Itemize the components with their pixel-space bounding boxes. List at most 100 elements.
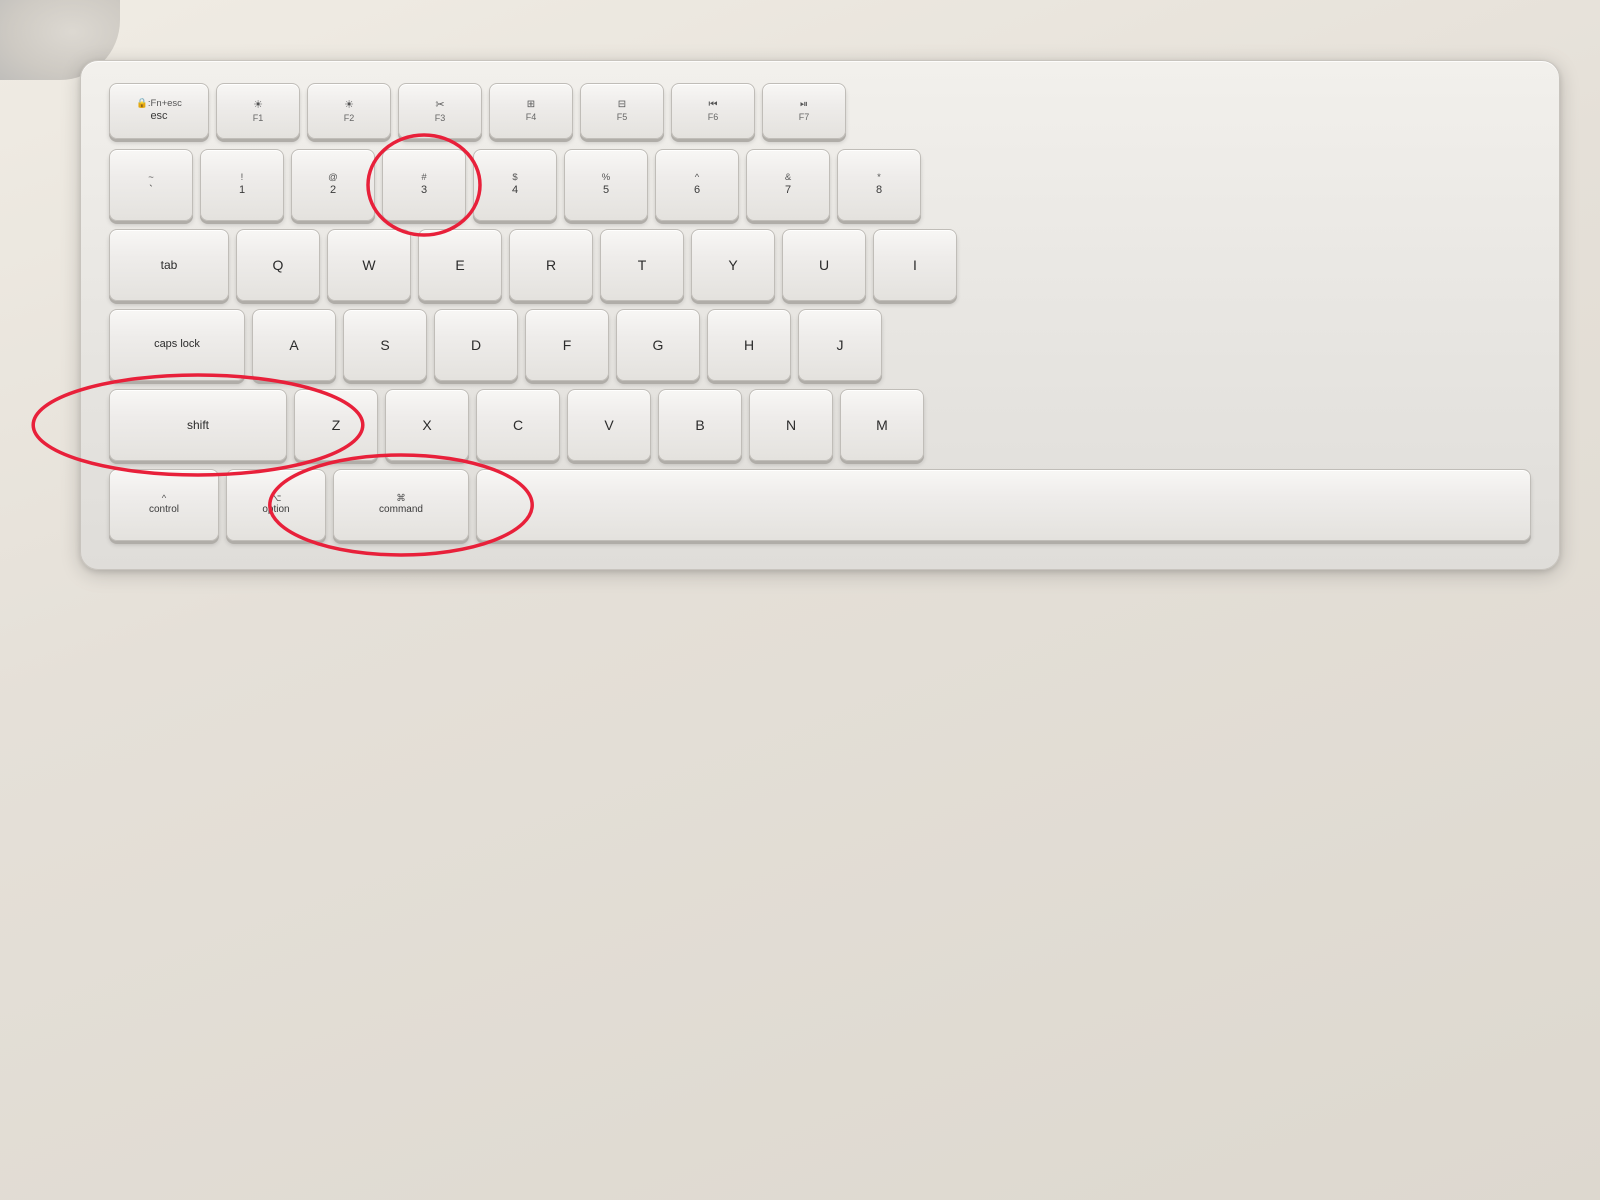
key-m[interactable]: M bbox=[840, 389, 924, 461]
key-2-bottom: 2 bbox=[330, 184, 336, 197]
key-r[interactable]: R bbox=[509, 229, 593, 301]
key-8-bottom: 8 bbox=[876, 184, 882, 197]
key-i[interactable]: I bbox=[873, 229, 957, 301]
key-6-bottom: 6 bbox=[694, 184, 700, 197]
key-z-label: Z bbox=[332, 417, 341, 434]
key-shift-left-label: shift bbox=[187, 418, 209, 432]
key-2-top: @ bbox=[328, 173, 338, 183]
key-v[interactable]: V bbox=[567, 389, 651, 461]
key-q[interactable]: Q bbox=[236, 229, 320, 301]
keyboard-wrapper: 🔒:Fn+esc esc ☀ F1 ☀ F2 ✂ F3 ⊞ F4 bbox=[80, 60, 1560, 570]
key-f7[interactable]: ⏯ F7 bbox=[762, 83, 846, 139]
key-8[interactable]: * 8 bbox=[837, 149, 921, 221]
key-h-label: H bbox=[744, 337, 754, 354]
key-c[interactable]: C bbox=[476, 389, 560, 461]
key-j[interactable]: J bbox=[798, 309, 882, 381]
key-option-icon: ⌥ bbox=[271, 494, 282, 504]
key-x[interactable]: X bbox=[385, 389, 469, 461]
key-5-top: % bbox=[602, 173, 610, 183]
key-f3-icon: ✂ bbox=[435, 99, 444, 112]
key-4-top: $ bbox=[512, 173, 517, 183]
key-n[interactable]: N bbox=[749, 389, 833, 461]
key-y[interactable]: Y bbox=[691, 229, 775, 301]
key-f-label: F bbox=[563, 337, 572, 354]
key-ctrl-label: control bbox=[149, 504, 179, 516]
key-5[interactable]: % 5 bbox=[564, 149, 648, 221]
key-a[interactable]: A bbox=[252, 309, 336, 381]
key-f3-label: F3 bbox=[435, 113, 446, 124]
key-u[interactable]: U bbox=[782, 229, 866, 301]
home-row: caps lock A S D F G H bbox=[109, 309, 1531, 381]
key-backtick-bottom: ` bbox=[149, 184, 153, 197]
key-option[interactable]: ⌥ option bbox=[226, 469, 326, 541]
key-v-label: V bbox=[604, 417, 613, 434]
key-1-top: ! bbox=[241, 173, 244, 183]
key-a-label: A bbox=[289, 337, 298, 354]
key-tab-label: tab bbox=[161, 258, 178, 272]
key-tab[interactable]: tab bbox=[109, 229, 229, 301]
key-caps-label: caps lock bbox=[154, 338, 200, 351]
key-z[interactable]: Z bbox=[294, 389, 378, 461]
key-d[interactable]: D bbox=[434, 309, 518, 381]
key-command-label: command bbox=[379, 504, 423, 516]
key-g[interactable]: G bbox=[616, 309, 700, 381]
key-8-top: * bbox=[877, 173, 881, 183]
key-f[interactable]: F bbox=[525, 309, 609, 381]
key-f3[interactable]: ✂ F3 bbox=[398, 83, 482, 139]
key-2[interactable]: @ 2 bbox=[291, 149, 375, 221]
key-7[interactable]: & 7 bbox=[746, 149, 830, 221]
key-r-label: R bbox=[546, 257, 556, 274]
number-row: ~ ` ! 1 @ 2 # 3 $ 4 bbox=[109, 149, 1531, 221]
key-command-left[interactable]: ⌘ command bbox=[333, 469, 469, 541]
key-f1[interactable]: ☀ F1 bbox=[216, 83, 300, 139]
fn-row: 🔒:Fn+esc esc ☀ F1 ☀ F2 ✂ F3 ⊞ F4 bbox=[109, 83, 1531, 139]
key-e-label: E bbox=[455, 257, 464, 274]
key-f6[interactable]: ⏮ F6 bbox=[671, 83, 755, 139]
key-1-bottom: 1 bbox=[239, 184, 245, 197]
key-4[interactable]: $ 4 bbox=[473, 149, 557, 221]
key-7-top: & bbox=[785, 173, 791, 183]
key-1[interactable]: ! 1 bbox=[200, 149, 284, 221]
key-4-bottom: 4 bbox=[512, 184, 518, 197]
key-f1-label: F1 bbox=[253, 113, 264, 124]
key-u-label: U bbox=[819, 257, 829, 274]
key-esc-sublabel: 🔒:Fn+esc bbox=[136, 99, 182, 109]
key-f5[interactable]: ⊟ F5 bbox=[580, 83, 664, 139]
key-backtick[interactable]: ~ ` bbox=[109, 149, 193, 221]
qwerty-row: tab Q W E R T Y bbox=[109, 229, 1531, 301]
key-caps-lock[interactable]: caps lock bbox=[109, 309, 245, 381]
key-w-label: W bbox=[362, 257, 375, 274]
key-f4[interactable]: ⊞ F4 bbox=[489, 83, 573, 139]
key-control[interactable]: ^ control bbox=[109, 469, 219, 541]
key-f1-icon: ☀ bbox=[253, 99, 263, 112]
key-f4-label: F4 bbox=[526, 112, 537, 123]
shift-row: shift Z X C V B N bbox=[109, 389, 1531, 461]
key-f2[interactable]: ☀ F2 bbox=[307, 83, 391, 139]
key-f7-label: F7 bbox=[799, 112, 810, 123]
key-t-label: T bbox=[638, 257, 647, 274]
key-shift-left[interactable]: shift bbox=[109, 389, 287, 461]
key-h[interactable]: H bbox=[707, 309, 791, 381]
key-f6-label: F6 bbox=[708, 112, 719, 123]
key-f7-icon: ⏯ bbox=[800, 99, 808, 111]
key-y-label: Y bbox=[728, 257, 737, 274]
key-6-top: ^ bbox=[695, 173, 699, 183]
key-x-label: X bbox=[422, 417, 431, 434]
key-space[interactable] bbox=[476, 469, 1531, 541]
key-b[interactable]: B bbox=[658, 389, 742, 461]
key-ctrl-icon: ^ bbox=[162, 494, 166, 504]
key-w[interactable]: W bbox=[327, 229, 411, 301]
key-f2-icon: ☀ bbox=[344, 99, 354, 112]
keyboard: 🔒:Fn+esc esc ☀ F1 ☀ F2 ✂ F3 ⊞ F4 bbox=[80, 60, 1560, 570]
key-s[interactable]: S bbox=[343, 309, 427, 381]
desk-surface: 🔒:Fn+esc esc ☀ F1 ☀ F2 ✂ F3 ⊞ F4 bbox=[0, 0, 1600, 1200]
key-f6-icon: ⏮ bbox=[709, 99, 718, 111]
key-3-bottom: 3 bbox=[421, 184, 427, 197]
key-6[interactable]: ^ 6 bbox=[655, 149, 739, 221]
key-f5-label: F5 bbox=[617, 112, 628, 123]
key-3[interactable]: # 3 bbox=[382, 149, 466, 221]
key-f2-label: F2 bbox=[344, 113, 355, 124]
key-esc[interactable]: 🔒:Fn+esc esc bbox=[109, 83, 209, 139]
key-t[interactable]: T bbox=[600, 229, 684, 301]
key-e[interactable]: E bbox=[418, 229, 502, 301]
